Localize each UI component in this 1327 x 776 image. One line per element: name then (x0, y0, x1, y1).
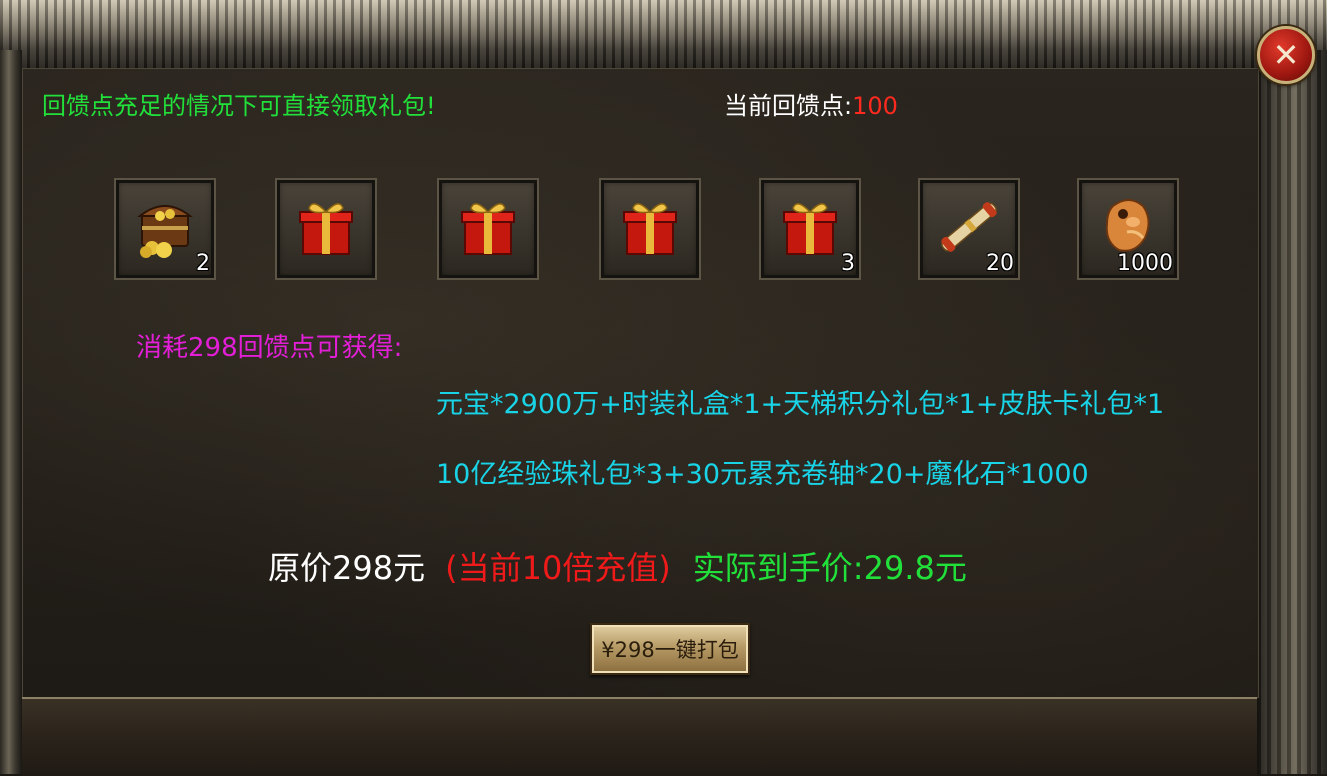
points-label: 当前回馈点: (724, 92, 853, 120)
item-count: 1000 (1117, 251, 1173, 276)
item-slot[interactable]: 20 (918, 178, 1020, 280)
original-price: 原价298元 (268, 549, 426, 587)
buy-bundle-button[interactable]: ¥298一键打包 (590, 623, 750, 675)
gift-box-icon (299, 203, 353, 255)
actual-price: 实际到手价:29.8元 (692, 549, 967, 587)
cost-text: 消耗298回馈点可获得: (136, 333, 403, 363)
notice-text: 回馈点充足的情况下可直接领取礼包! (42, 92, 436, 120)
treasure-chest-icon (137, 205, 193, 258)
current-points: 当前回馈点:100 (724, 86, 898, 121)
reward-line-2: 10亿经验珠礼包*3+30元累充卷轴*20+魔化石*1000 (436, 459, 1089, 490)
gift-box-icon (623, 203, 677, 255)
item-slot[interactable] (275, 178, 377, 280)
bottom-strip (22, 697, 1257, 776)
gift-box-icon (783, 203, 837, 255)
item-count: 2 (196, 251, 210, 276)
recharge-multiplier: (当前10倍充值) (445, 549, 671, 587)
item-count: 3 (841, 251, 855, 276)
reward-line-1: 元宝*2900万+时装礼盒*1+天梯积分礼包*1+皮肤卡礼包*1 (436, 389, 1165, 420)
window-left-frame (0, 50, 22, 774)
item-slot[interactable]: 2 (114, 178, 216, 280)
item-slot[interactable] (599, 178, 701, 280)
window-right-frame (1257, 50, 1327, 774)
window-top-frame (0, 0, 1327, 72)
close-button[interactable]: ✕ (1257, 26, 1315, 84)
item-count: 20 (986, 251, 1014, 276)
item-slot[interactable]: 1000 (1077, 178, 1179, 280)
gift-box-icon (461, 203, 515, 255)
item-slot[interactable]: 3 (759, 178, 861, 280)
buy-bundle-label: ¥298一键打包 (601, 638, 739, 662)
points-value: 100 (852, 92, 898, 120)
price-row: 原价298元 (当前10倍充值) 实际到手价:29.8元 (268, 543, 967, 589)
close-icon: ✕ (1272, 36, 1300, 74)
item-slot[interactable] (437, 178, 539, 280)
